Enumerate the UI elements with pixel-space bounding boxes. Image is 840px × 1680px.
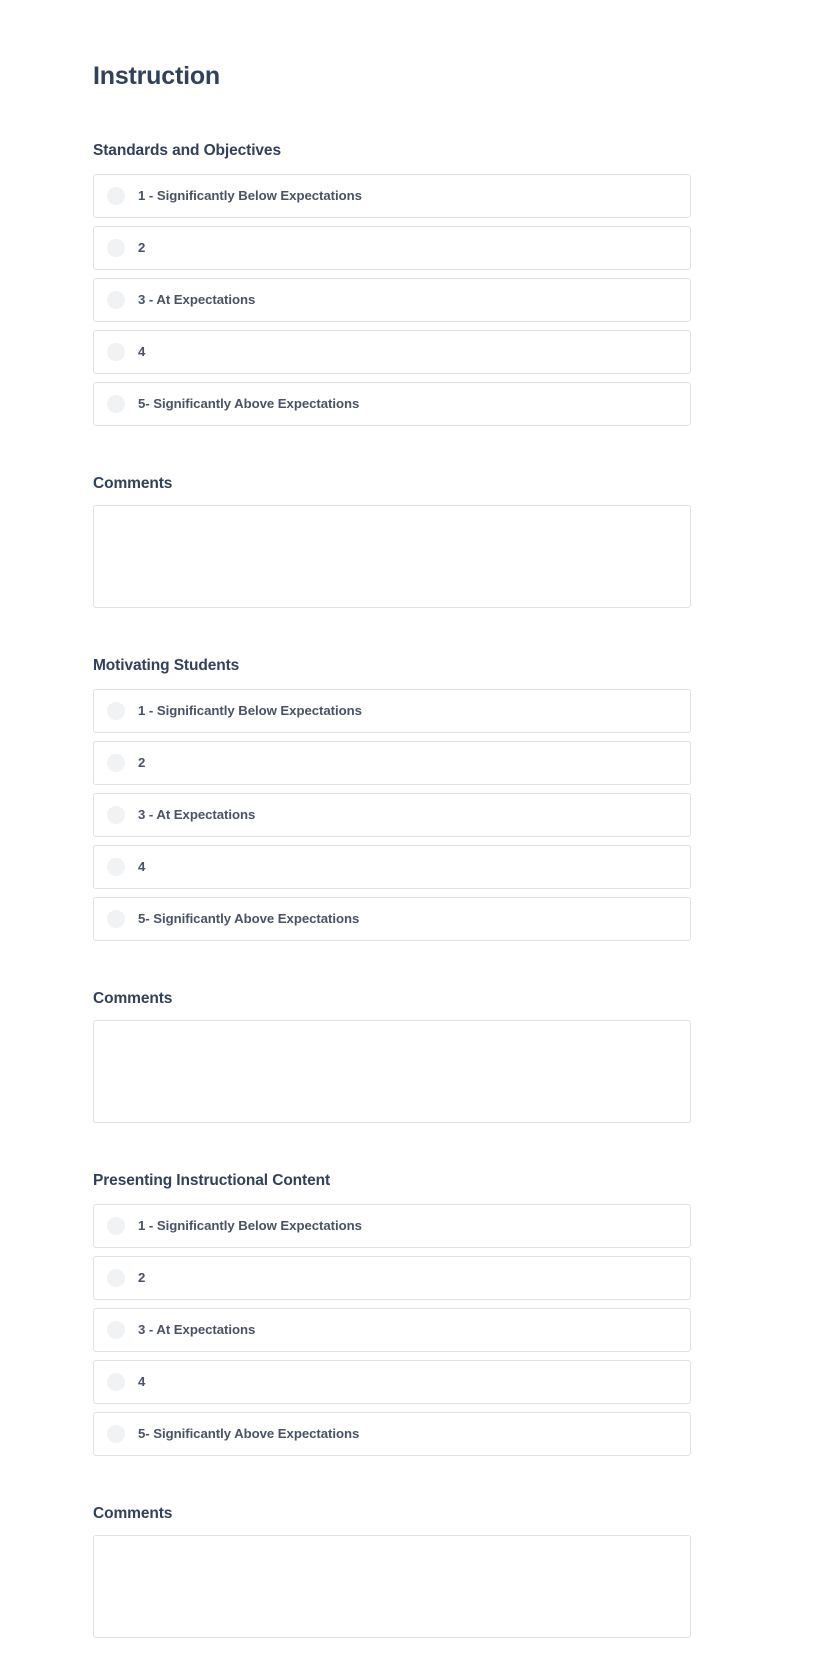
rating-option-label: 3 - At Expectations xyxy=(138,1322,256,1337)
rating-section-motivating-students: Motivating Students 1 - Significantly Be… xyxy=(93,608,691,1123)
radio-button-icon[interactable] xyxy=(107,343,125,361)
rating-option-5[interactable]: 5- Significantly Above Expectations xyxy=(93,382,691,426)
comments-textarea[interactable] xyxy=(93,1535,691,1638)
rating-option-label: 4 xyxy=(138,344,146,359)
rating-option-label: 1 - Significantly Below Expectations xyxy=(138,1218,362,1233)
rating-option-1[interactable]: 1 - Significantly Below Expectations xyxy=(93,689,691,733)
rating-option-label: 2 xyxy=(138,240,146,255)
rating-option-label: 4 xyxy=(138,1374,146,1389)
rating-section-presenting-instructional-content: Presenting Instructional Content 1 - Sig… xyxy=(93,1123,691,1638)
evaluation-form-page: Instruction Standards and Objectives 1 -… xyxy=(0,0,840,1680)
rating-option-3[interactable]: 3 - At Expectations xyxy=(93,278,691,322)
radio-button-icon[interactable] xyxy=(107,1269,125,1287)
rating-option-5[interactable]: 5- Significantly Above Expectations xyxy=(93,1412,691,1456)
comments-label: Comments xyxy=(93,990,173,1007)
rating-options-group: 1 - Significantly Below Expectations 2 3… xyxy=(93,1204,691,1456)
rating-option-label: 2 xyxy=(138,1270,146,1285)
radio-button-icon[interactable] xyxy=(107,858,125,876)
radio-button-icon[interactable] xyxy=(107,1321,125,1339)
radio-button-icon[interactable] xyxy=(107,1373,125,1391)
rating-option-3[interactable]: 3 - At Expectations xyxy=(93,1308,691,1352)
comments-label: Comments xyxy=(93,475,173,492)
section-header: Standards and Objectives xyxy=(93,142,281,159)
rating-option-1[interactable]: 1 - Significantly Below Expectations xyxy=(93,1204,691,1248)
radio-button-icon[interactable] xyxy=(107,910,125,928)
radio-button-icon[interactable] xyxy=(107,395,125,413)
rating-option-label: 2 xyxy=(138,755,146,770)
rating-option-label: 4 xyxy=(138,859,146,874)
rating-option-label: 5- Significantly Above Expectations xyxy=(138,1426,360,1441)
rating-option-3[interactable]: 3 - At Expectations xyxy=(93,793,691,837)
rating-option-4[interactable]: 4 xyxy=(93,845,691,889)
page-title: Instruction xyxy=(93,62,220,90)
rating-option-label: 1 - Significantly Below Expectations xyxy=(138,188,362,203)
rating-option-1[interactable]: 1 - Significantly Below Expectations xyxy=(93,174,691,218)
comments-label: Comments xyxy=(93,1505,173,1522)
form-content-column: Instruction Standards and Objectives 1 -… xyxy=(93,0,691,1638)
radio-button-icon[interactable] xyxy=(107,806,125,824)
radio-button-icon[interactable] xyxy=(107,1217,125,1235)
radio-button-icon[interactable] xyxy=(107,754,125,772)
comments-textarea[interactable] xyxy=(93,505,691,608)
rating-section-standards-and-objectives: Standards and Objectives 1 - Significant… xyxy=(93,92,691,608)
rating-option-4[interactable]: 4 xyxy=(93,330,691,374)
rating-option-2[interactable]: 2 xyxy=(93,226,691,270)
rating-options-group: 1 - Significantly Below Expectations 2 3… xyxy=(93,689,691,941)
rating-option-4[interactable]: 4 xyxy=(93,1360,691,1404)
radio-button-icon[interactable] xyxy=(107,1425,125,1443)
section-header: Motivating Students xyxy=(93,657,240,674)
rating-option-label: 3 - At Expectations xyxy=(138,292,256,307)
rating-option-5[interactable]: 5- Significantly Above Expectations xyxy=(93,897,691,941)
rating-option-2[interactable]: 2 xyxy=(93,741,691,785)
radio-button-icon[interactable] xyxy=(107,239,125,257)
section-header: Presenting Instructional Content xyxy=(93,1172,331,1189)
rating-option-label: 5- Significantly Above Expectations xyxy=(138,396,360,411)
rating-option-label: 1 - Significantly Below Expectations xyxy=(138,703,362,718)
rating-options-group: 1 - Significantly Below Expectations 2 3… xyxy=(93,174,691,426)
radio-button-icon[interactable] xyxy=(107,187,125,205)
rating-option-label: 3 - At Expectations xyxy=(138,807,256,822)
radio-button-icon[interactable] xyxy=(107,702,125,720)
comments-textarea[interactable] xyxy=(93,1020,691,1123)
radio-button-icon[interactable] xyxy=(107,291,125,309)
rating-option-2[interactable]: 2 xyxy=(93,1256,691,1300)
rating-option-label: 5- Significantly Above Expectations xyxy=(138,911,360,926)
